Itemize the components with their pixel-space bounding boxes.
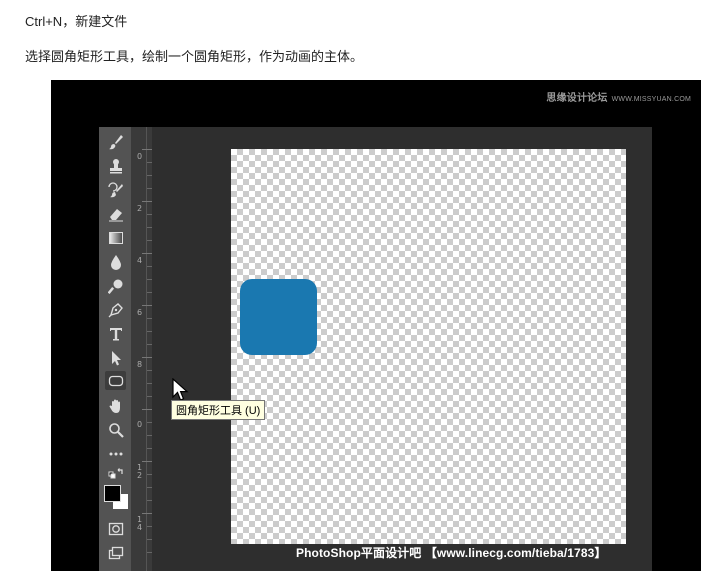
photoshop-workspace: 0 2 4 6 8 0 1 2 1 4 圆角矩形工具 (U) — [99, 127, 652, 571]
color-swatches[interactable] — [104, 485, 130, 511]
pen-icon[interactable] — [107, 301, 124, 318]
swap-colors-icon[interactable] — [107, 466, 124, 483]
blur-drop-icon[interactable] — [107, 253, 124, 270]
watermark-bottom: PhotoShop平面设计吧 【www.linecg.com/tieba/178… — [296, 546, 607, 560]
ruler-label: 1 2 — [137, 463, 143, 480]
hand-icon[interactable] — [107, 397, 124, 414]
ruler-label: 1 4 — [137, 515, 143, 532]
tools-panel — [99, 127, 131, 571]
type-icon[interactable] — [107, 325, 124, 342]
gradient-icon[interactable] — [107, 229, 124, 246]
more-icon[interactable] — [107, 445, 124, 462]
history-brush-icon[interactable] — [107, 181, 124, 198]
ruler-label: 8 — [137, 360, 143, 369]
vertical-ruler: 0 2 4 6 8 0 1 2 1 4 — [131, 127, 152, 571]
watermark-top: 思缘设计论坛 WWW.MISSYUAN.COM — [546, 93, 691, 104]
mouse-cursor-icon — [172, 378, 189, 401]
quick-mask-icon[interactable] — [107, 520, 124, 537]
ruler-label: 0 — [137, 152, 143, 161]
brush-icon[interactable] — [107, 133, 124, 150]
foreground-color-swatch[interactable] — [104, 485, 121, 502]
screen-mode-icon[interactable] — [107, 544, 124, 561]
eraser-icon[interactable] — [107, 205, 124, 222]
rounded-rectangle-shape[interactable] — [240, 279, 317, 355]
ruler-label: 6 — [137, 308, 143, 317]
ruler-label: 0 — [137, 420, 143, 429]
intro-line-1: Ctrl+N，新建文件 — [25, 14, 128, 29]
stamp-icon[interactable] — [107, 157, 124, 174]
transparent-canvas[interactable] — [231, 149, 626, 544]
rounded-rectangle-icon[interactable] — [105, 371, 126, 390]
intro-line-2: 选择圆角矩形工具，绘制一个圆角矩形，作为动画的主体。 — [25, 49, 364, 64]
photoshop-screenshot: 思缘设计论坛 WWW.MISSYUAN.COM 0 2 4 6 8 0 1 2 … — [51, 80, 701, 571]
ruler-label: 2 — [137, 204, 143, 213]
dodge-icon[interactable] — [107, 277, 124, 294]
tool-tooltip: 圆角矩形工具 (U) — [171, 400, 266, 420]
ruler-label: 4 — [137, 256, 143, 265]
zoom-icon[interactable] — [107, 421, 124, 438]
path-selection-icon[interactable] — [107, 349, 124, 366]
